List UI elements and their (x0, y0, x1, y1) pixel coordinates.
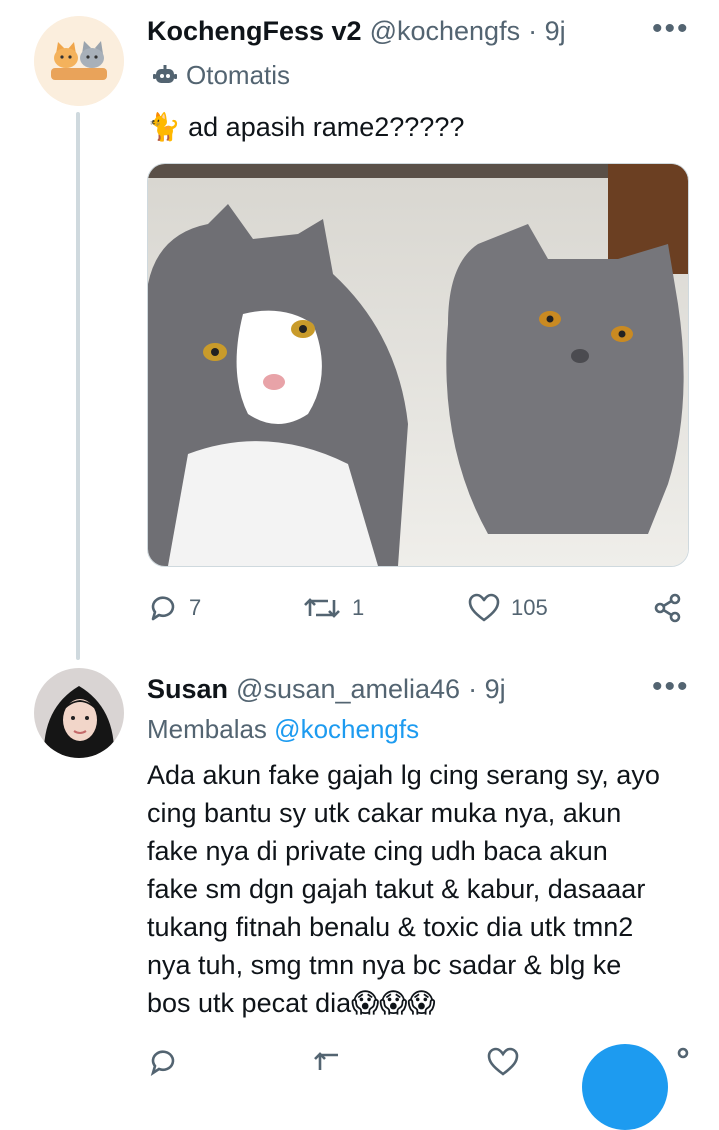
cat-emoji: 🐈 (147, 112, 181, 142)
cats-photo (148, 164, 688, 566)
share-action[interactable] (652, 592, 684, 624)
retweet-count: 1 (352, 595, 365, 620)
tweet2-last-line: bos utk pecat dia😱😱😱 (147, 984, 660, 1022)
like-count: 105 (511, 595, 548, 620)
retweet-action[interactable]: 1 (302, 592, 364, 624)
tweet2-header: Susan @susan_amelia46 · 9j (147, 674, 506, 705)
tweet2-reply-action[interactable] (147, 1046, 179, 1083)
tweet1-text: 🐈 ad apasih rame2????? (147, 108, 464, 146)
replying-to: Membalas @kochengfs (147, 714, 419, 745)
profile-photo (34, 668, 124, 758)
like-icon (468, 593, 500, 622)
kochengfess-avatar[interactable] (34, 16, 124, 106)
retweet-icon (304, 598, 340, 618)
tweet2-line: tukang fitnah benalu & toxic dia utk tmn… (147, 912, 634, 942)
automated-label-text: Otomatis (186, 60, 291, 90)
tweet2-line: fake nya di private cing udh baca akun (147, 836, 608, 866)
tweet2-line: nya tuh, smg tmn nya bc sadar & blg ke (147, 950, 622, 980)
tweet2-line: bos utk pecat dia (147, 988, 352, 1018)
tweet1-display-name[interactable]: KochengFess v2 (147, 16, 362, 47)
like-action[interactable]: 105 (467, 592, 548, 624)
compose-button[interactable] (582, 1044, 668, 1130)
tweet2-line: Ada akun fake gajah lg cing serang sy, a… (147, 760, 660, 790)
tweet2-share-action[interactable] (660, 1046, 692, 1083)
tweet1-photo[interactable] (147, 163, 689, 567)
share-icon (654, 593, 681, 623)
tweet1-more-icon[interactable]: ••• (652, 14, 690, 44)
replying-mention[interactable]: @kochengfs (274, 714, 419, 744)
robot-icon (153, 64, 177, 83)
reply-count: 7 (189, 595, 202, 620)
tweet1-handle[interactable]: @kochengfs (370, 16, 521, 47)
tweet1-time: · 9j (528, 16, 566, 46)
tweet2-line: fake sm dgn gajah takut & kabur, dasaaar (147, 874, 646, 904)
tweet1-header: KochengFess v2 @kochengfs · 9j (147, 16, 566, 47)
tweet2-display-name[interactable]: Susan (147, 674, 228, 705)
tweet2-handle[interactable]: @susan_amelia46 (236, 674, 460, 705)
tweet1-body: ad apasih rame2????? (188, 112, 465, 142)
share-icon (677, 1047, 689, 1059)
scream-emoji: 😱😱😱 (351, 988, 436, 1018)
tweet2-text: Ada akun fake gajah lg cing serang sy, a… (147, 756, 660, 1022)
reply-icon (151, 596, 175, 621)
susan-avatar[interactable] (34, 668, 124, 758)
thread-line (76, 112, 80, 660)
replying-prefix: Membalas (147, 714, 267, 744)
reply-action[interactable]: 7 (147, 592, 201, 624)
kochengfess-logo (34, 16, 124, 106)
tweet2-more-icon[interactable]: ••• (652, 672, 690, 702)
like-icon (487, 1047, 519, 1076)
retweet-icon (314, 1052, 338, 1070)
reply-icon (150, 1050, 175, 1077)
tweet2-like-action[interactable] (486, 1046, 520, 1083)
tweet2-retweet-action[interactable] (312, 1046, 352, 1083)
tweet2-line: cing bantu sy utk cakar muka nya, akun (147, 798, 622, 828)
tweet2-time: · 9j (468, 674, 506, 704)
automated-label: Otomatis (152, 60, 290, 91)
